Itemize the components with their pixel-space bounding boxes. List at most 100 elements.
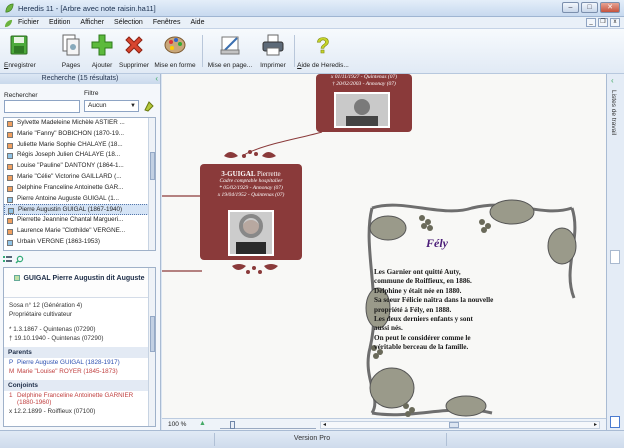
vertical-scroll-end[interactable] bbox=[610, 416, 620, 428]
tree-canvas[interactable]: x 01/11/1927 - Quintenas (07) † 20/02/20… bbox=[162, 74, 606, 418]
parents-section-title: Parents bbox=[4, 347, 155, 358]
list-item[interactable]: Marie "Célie" Victorine GAILLARD (... bbox=[4, 172, 155, 183]
person-name: Pierre Antoine Auguste GUIGAL (1... bbox=[17, 194, 119, 202]
doc-restore-button[interactable]: ❐ bbox=[598, 18, 608, 27]
person-name: Pierrette Jeannine Chantal Margueri... bbox=[17, 216, 124, 224]
horizontal-scrollbar-thumb[interactable] bbox=[449, 422, 459, 428]
zoom-slider[interactable] bbox=[220, 421, 316, 429]
person-name: Juliette Marie Sophie CHALAYE (18... bbox=[17, 140, 123, 148]
menu-edition[interactable]: Edition bbox=[48, 18, 71, 27]
doc-close-button[interactable]: x bbox=[610, 18, 620, 27]
person-name: Urbain VERGNE (1863-1953) bbox=[17, 237, 100, 245]
mother-name: Marie "Louise" ROYER (1845-1873) bbox=[17, 368, 118, 375]
list-item[interactable]: Juliette Marie Sophie CHALAYE (18... bbox=[4, 140, 155, 151]
sosa-number: Sosa n° 12 (Génération 4) bbox=[9, 302, 83, 309]
person-name: Marie "Fanny" BOBICHON (1870-19... bbox=[17, 129, 125, 137]
top-card-death: † 20/02/2003 - Annonay (07) bbox=[332, 81, 396, 87]
list-item[interactable]: Urbain VERGNE (1863-1953) bbox=[4, 237, 155, 248]
menu-fenetres[interactable]: Fenêtres bbox=[152, 18, 182, 27]
print-icon bbox=[262, 34, 284, 56]
help-icon: ? bbox=[316, 33, 330, 59]
marriage-event: x 12.2.1899 - Roiffieux (07100) bbox=[9, 408, 96, 415]
note-line: Les deux derniers enfants y sont bbox=[374, 315, 473, 324]
heredis-app-icon bbox=[5, 3, 14, 13]
list-item[interactable]: Laurence Marie "Clothilde" VERGNE... bbox=[4, 226, 155, 237]
person-name: Marie "Célie" Victorine GAILLARD (... bbox=[17, 172, 122, 180]
scroll-right-icon[interactable]: ▸ bbox=[594, 421, 597, 428]
window-title: Heredis 11 - [Arbre avec note raisin.ha1… bbox=[18, 4, 156, 13]
spouse-link[interactable]: 1 Delphine Franceline Antoinette GARNIER … bbox=[4, 391, 155, 407]
title-bar: Heredis 11 - [Arbre avec note raisin.ha1… bbox=[0, 0, 624, 17]
detail-scrollbar-thumb[interactable] bbox=[150, 316, 155, 352]
save-button[interactable]: Enregistrer bbox=[4, 32, 36, 69]
list-item[interactable]: Pierrette Jeannine Chantal Margueri... bbox=[4, 215, 155, 226]
version-label: Version Pro bbox=[293, 435, 331, 442]
person-gender-icon bbox=[7, 153, 13, 160]
list-view-icon[interactable] bbox=[3, 255, 12, 264]
menu-afficher[interactable]: Afficher bbox=[79, 18, 105, 27]
doc-minimize-button[interactable]: _ bbox=[586, 18, 596, 27]
filter-icon[interactable] bbox=[143, 100, 155, 112]
person-card-pierrette[interactable]: 3-GUIGAL Pierrette Cadre comptable hospi… bbox=[200, 164, 302, 260]
person-detail: GUIGAL Pierre Augustin dit Auguste Sosa … bbox=[3, 267, 156, 427]
list-scrollbar-thumb[interactable] bbox=[150, 152, 155, 180]
delete-button[interactable]: Supprimer bbox=[116, 32, 152, 69]
document-icon[interactable] bbox=[4, 19, 13, 28]
ancestor-card-top[interactable]: x 01/11/1927 - Quintenas (07) † 20/02/20… bbox=[316, 74, 412, 132]
search-panel: Recherche (15 résultats) ‹ Rechercher Fi… bbox=[0, 74, 161, 430]
list-item[interactable]: Delphine Franceline Antoinette GAR... bbox=[4, 183, 155, 194]
menu-aide[interactable]: Aide bbox=[189, 18, 205, 27]
person-detail-name: GUIGAL Pierre Augustin dit Auguste bbox=[23, 275, 145, 282]
scroll-left-icon[interactable]: ◂ bbox=[323, 421, 326, 428]
list-item[interactable]: Régis Joseph Julien CHALAYE (18... bbox=[4, 150, 155, 161]
list-item[interactable]: Louise "Pauline" DANTONY (1864-1... bbox=[4, 161, 155, 172]
zoom-slider-knob[interactable] bbox=[230, 421, 235, 429]
horizontal-scrollbar[interactable]: ◂ ▸ bbox=[320, 421, 600, 429]
save-icon bbox=[10, 35, 28, 55]
person-gender-icon bbox=[7, 196, 13, 203]
zoom-in-icon[interactable]: ▲ bbox=[199, 420, 206, 427]
father-link[interactable]: P Pierre Auguste GUIGAL (1828-1917) bbox=[4, 358, 155, 367]
expand-dock-icon[interactable]: ‹ bbox=[611, 76, 614, 85]
list-item[interactable]: Marie "Fanny" BOBICHON (1870-19... bbox=[4, 129, 155, 140]
maximize-button[interactable]: □ bbox=[581, 2, 598, 13]
father-name: Pierre Auguste GUIGAL (1828-1917) bbox=[17, 359, 120, 366]
format-button[interactable]: Mise en forme bbox=[152, 32, 198, 69]
page-setup-button[interactable]: Mise en page... bbox=[206, 32, 254, 69]
filter-select[interactable]: Aucun ▼ bbox=[84, 100, 139, 112]
note-line: aussi nés. bbox=[374, 324, 403, 333]
person-name: Régis Joseph Julien CHALAYE (18... bbox=[17, 151, 121, 159]
person-name: Delphine Franceline Antoinette GAR... bbox=[17, 183, 124, 191]
work-lists-tab[interactable]: Listes de travail bbox=[610, 90, 617, 135]
occupation: Propriétaire cultivateur bbox=[9, 311, 72, 318]
person-gender-icon bbox=[7, 174, 13, 181]
delete-icon bbox=[125, 36, 143, 54]
search-label: Rechercher bbox=[4, 92, 38, 99]
filter-select-value: Aucun bbox=[88, 102, 107, 109]
card-occupation: Cadre comptable hospitalier bbox=[219, 178, 283, 184]
collapse-panel-icon[interactable]: ‹ bbox=[155, 74, 158, 84]
filter-label: Filtre bbox=[84, 90, 99, 97]
detail-scrollbar[interactable] bbox=[148, 268, 155, 426]
print-button[interactable]: Imprimer bbox=[256, 32, 290, 69]
search-icon[interactable] bbox=[15, 255, 24, 264]
mother-link[interactable]: M Marie "Louise" ROYER (1845-1873) bbox=[4, 367, 155, 376]
search-input[interactable] bbox=[4, 100, 80, 113]
minimize-button[interactable]: – bbox=[562, 2, 579, 13]
help-button[interactable]: ? Aide de Heredis... bbox=[296, 32, 350, 69]
spouse-key: 1 bbox=[9, 392, 13, 399]
person-name: Pierre Augustin GUIGAL (1867-1940) bbox=[18, 206, 123, 214]
list-item[interactable]: Sylvette Madeleine Michèle ASTIER ... bbox=[4, 118, 155, 129]
list-item[interactable]: Pierre Augustin GUIGAL (1867-1940) bbox=[4, 204, 155, 216]
list-item[interactable]: Pierre Antoine Auguste GUIGAL (1... bbox=[4, 194, 155, 205]
person-name: Louise "Pauline" DANTONY (1864-1... bbox=[17, 162, 124, 170]
pages-button[interactable]: Pages bbox=[56, 32, 86, 69]
menu-selection[interactable]: Sélection bbox=[113, 18, 144, 27]
vertical-scrollbar-thumb[interactable] bbox=[610, 250, 620, 264]
panel-view-icons bbox=[3, 255, 24, 264]
person-name: Sylvette Madeleine Michèle ASTIER ... bbox=[17, 119, 125, 126]
list-scrollbar[interactable] bbox=[148, 118, 155, 250]
add-button[interactable]: Ajouter bbox=[87, 32, 117, 69]
menu-fichier[interactable]: Fichier bbox=[17, 18, 40, 27]
close-button[interactable]: ✕ bbox=[600, 2, 620, 13]
